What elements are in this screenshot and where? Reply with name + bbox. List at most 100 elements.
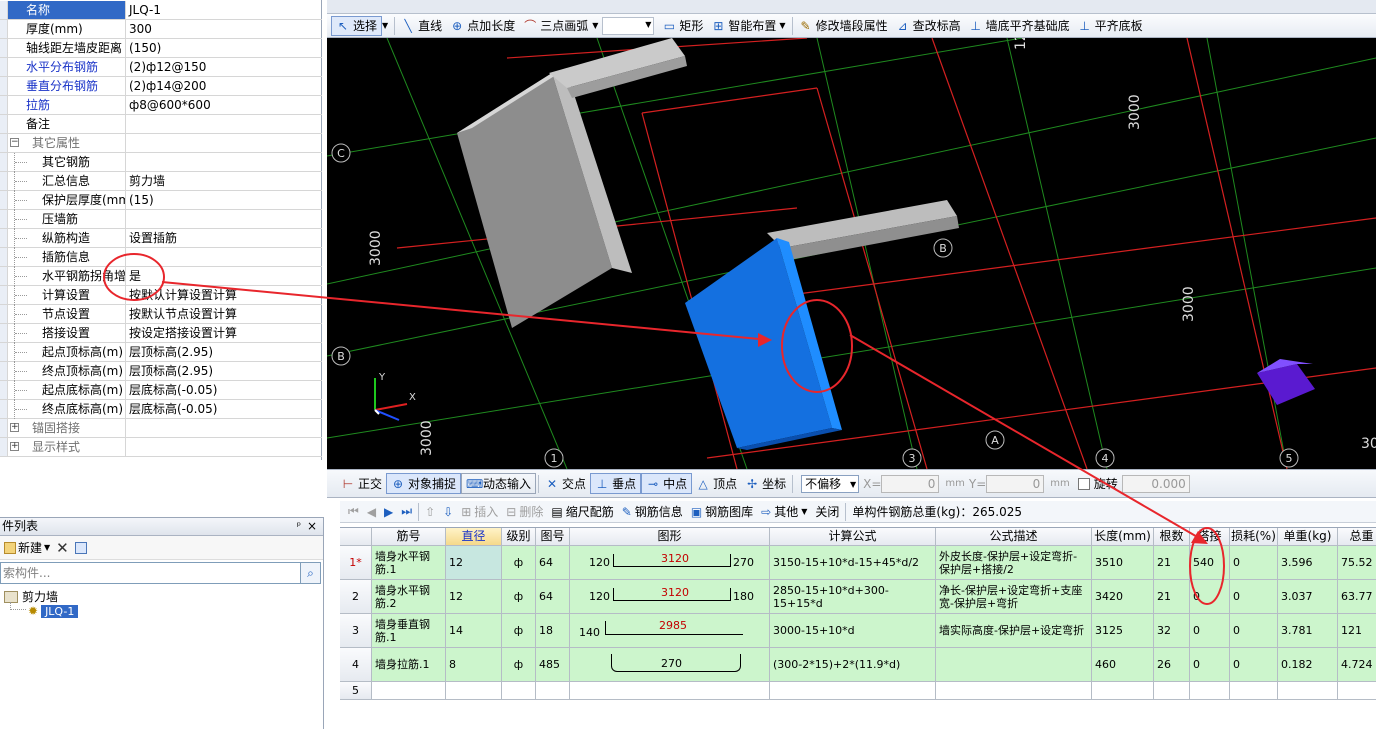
property-row[interactable]: 拉筋 ф8@600*600	[0, 96, 322, 115]
intersection-snap[interactable]: ✕ 交点	[541, 473, 590, 494]
cell-fig[interactable]	[536, 682, 570, 700]
property-row[interactable]: 显示样式 +	[0, 438, 322, 457]
insert-button[interactable]: ⊞ 插入	[457, 503, 502, 520]
arc-button[interactable]: ⌒ 三点画弧	[519, 16, 592, 36]
3d-viewport[interactable]: C B B A 1 3 4 5 3000 3000 3000 3000 30 1…	[327, 38, 1376, 469]
property-value[interactable]: ф8@600*600	[126, 96, 322, 114]
column-header[interactable]: 图形	[570, 528, 770, 546]
cell-count[interactable]	[1154, 682, 1190, 700]
cell-unit[interactable]	[1278, 682, 1338, 700]
cell-total[interactable]: 75.52	[1338, 546, 1376, 580]
cell-name[interactable]	[372, 682, 446, 700]
property-value[interactable]	[126, 134, 322, 152]
delete-button[interactable]: ⊟ 删除	[502, 503, 547, 520]
rect-button[interactable]: ▭ 矩形	[658, 16, 707, 36]
chevron-down-icon[interactable]: ▼	[592, 21, 598, 30]
smart-layout-button[interactable]: ⊞ 智能布置 ▼	[707, 16, 789, 36]
cell-count[interactable]: 26	[1154, 648, 1190, 682]
perpendicular-snap[interactable]: ⊥ 垂点	[590, 473, 642, 494]
property-value[interactable]: 按默认计算设置计算	[126, 286, 322, 304]
cell-name[interactable]: 墙身拉筋.1	[372, 648, 446, 682]
cell-fig[interactable]: 18	[536, 614, 570, 648]
property-row[interactable]: 起点顶标高(m) 层顶标高(2.95)	[0, 343, 322, 362]
property-row[interactable]: 其它钢筋	[0, 153, 322, 172]
cell-lap[interactable]: 0	[1190, 580, 1230, 614]
cell-dia[interactable]	[446, 682, 502, 700]
property-row[interactable]: 厚度(mm) 300	[0, 20, 322, 39]
cell-dia[interactable]: 14	[446, 614, 502, 648]
chevron-down-icon[interactable]: ▼	[382, 21, 388, 30]
rebar-shape-cell[interactable]	[570, 682, 770, 700]
property-row[interactable]: 水平钢筋拐角增是	[0, 267, 322, 286]
purple-column[interactable]	[1257, 359, 1315, 405]
rebar-shape-cell[interactable]: 140 2985	[570, 614, 770, 648]
cell-total[interactable]	[1338, 682, 1376, 700]
property-row[interactable]: 其它属性 −	[0, 134, 322, 153]
property-value[interactable]: 300	[126, 20, 322, 38]
midpoint-snap[interactable]: ⊸ 中点	[641, 473, 693, 494]
cell-desc[interactable]: 墙实际高度-保护层+设定弯折	[936, 614, 1092, 648]
property-value[interactable]: 剪力墙	[126, 172, 322, 190]
cell-unit[interactable]: 3.037	[1278, 580, 1338, 614]
property-value[interactable]: (15)	[126, 191, 322, 209]
table-row[interactable]: 1* 墙身水平钢筋.1 12 ф 64 120 3120 270 3150-15+10*d-15…	[340, 546, 1376, 580]
property-row[interactable]: 终点底标高(m) 层底标高(-0.05)	[0, 400, 322, 419]
check-height-button[interactable]: ⊿ 查改标高	[892, 16, 965, 36]
table-row[interactable]: 2 墙身水平钢筋.2 12 ф 64 120 3120 180 2850-15+10*d+300…	[340, 580, 1376, 614]
offset-mode-select[interactable]: 不偏移 ▼	[801, 474, 860, 493]
column-header[interactable]: 总重	[1338, 528, 1376, 546]
cell-formula[interactable]: 3000-15+10*d	[770, 614, 936, 648]
property-value[interactable]: 层底标高(-0.05)	[126, 400, 322, 418]
cell-len[interactable]: 3510	[1092, 546, 1154, 580]
property-value[interactable]: (2)ф14@200	[126, 77, 322, 95]
rebar-shape-cell[interactable]: 120 3120 180	[570, 580, 770, 614]
cell-loss[interactable]: 0	[1230, 580, 1278, 614]
line-button[interactable]: ╲ 直线	[397, 16, 446, 36]
align-slab-button[interactable]: ⊥ 平齐底板	[1074, 16, 1147, 36]
property-row[interactable]: 汇总信息 剪力墙	[0, 172, 322, 191]
object-snap-toggle[interactable]: ⊕ 对象捕捉	[386, 473, 462, 494]
next-record-button[interactable]: ▶	[380, 505, 397, 519]
table-row[interactable]: 4 墙身拉筋.1 8 ф 485 270 (300-2*15)+2*(11.9*d) 460 2…	[340, 648, 1376, 682]
search-icon[interactable]: ⌕	[300, 563, 320, 583]
property-row[interactable]: 插筋信息	[0, 248, 322, 267]
cell-formula[interactable]: 3150-15+10*d-15+45*d/2	[770, 546, 936, 580]
cell-fig[interactable]: 64	[536, 580, 570, 614]
property-value[interactable]	[126, 153, 322, 171]
table-row[interactable]: 3 墙身垂直钢筋.1 14 ф 18 140 2985 3000-15+10*d 墙实际高度-保…	[340, 614, 1376, 648]
rebar-info-button[interactable]: ✎ 钢筋信息	[618, 503, 687, 520]
pin-icon[interactable]: ᵖ	[297, 518, 301, 535]
cell-grade[interactable]: ф	[502, 614, 536, 648]
column-header[interactable]: 单重(kg)	[1278, 528, 1338, 546]
cell-dia[interactable]: 12	[446, 580, 502, 614]
column-header[interactable]: 长度(mm)	[1092, 528, 1154, 546]
cell-name[interactable]: 墙身垂直钢筋.1	[372, 614, 446, 648]
property-value[interactable]: 按默认节点设置计算	[126, 305, 322, 323]
cell-name[interactable]: 墙身水平钢筋.2	[372, 580, 446, 614]
modify-wall-button[interactable]: ✎ 修改墙段属性	[795, 16, 892, 36]
cell-unit[interactable]: 3.596	[1278, 546, 1338, 580]
property-value[interactable]: 按设定搭接设置计算	[126, 324, 322, 342]
delete-icon[interactable]: ✕	[56, 539, 69, 557]
property-row[interactable]: 锚固搭接 +	[0, 419, 322, 438]
cell-dia[interactable]: 8	[446, 648, 502, 682]
close-grid-button[interactable]: 关闭	[811, 503, 843, 520]
align-base-button[interactable]: ⊥ 墙底平齐基础底	[965, 16, 1074, 36]
move-up-button[interactable]: ⇧	[421, 505, 439, 519]
rebar-shape-cell[interactable]: 120 3120 270	[570, 546, 770, 580]
property-row[interactable]: 压墙筋	[0, 210, 322, 229]
property-row[interactable]: 水平分布钢筋 (2)ф12@150	[0, 58, 322, 77]
property-row[interactable]: 备注	[0, 115, 322, 134]
cell-loss[interactable]: 0	[1230, 614, 1278, 648]
tree-child-item[interactable]: ✹ JLQ-1	[28, 604, 79, 618]
expand-icon[interactable]: +	[10, 442, 19, 451]
cell-fig[interactable]: 64	[536, 546, 570, 580]
cell-desc[interactable]: 外皮长度-保护层+设定弯折-保护层+搭接/2	[936, 546, 1092, 580]
rebar-shape-cell[interactable]: 270	[570, 648, 770, 682]
cell-total[interactable]: 4.724	[1338, 648, 1376, 682]
property-row[interactable]: 终点顶标高(m) 层顶标高(2.95)	[0, 362, 322, 381]
prev-record-button[interactable]: ◀	[363, 505, 380, 519]
cell-grade[interactable]: ф	[502, 546, 536, 580]
property-value[interactable]	[126, 419, 322, 437]
cell-count[interactable]: 21	[1154, 546, 1190, 580]
